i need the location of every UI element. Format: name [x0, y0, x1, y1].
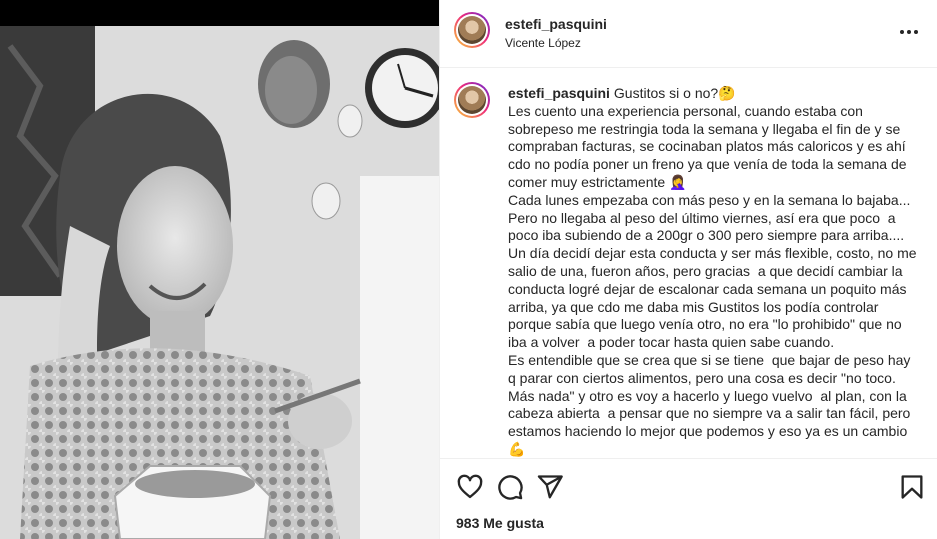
- caption-username[interactable]: estefi_pasquini: [508, 85, 610, 101]
- caption-body: Les cuento una experiencia personal, cua…: [508, 102, 917, 457]
- more-options-icon[interactable]: [897, 22, 921, 42]
- share-icon[interactable]: [536, 473, 564, 501]
- author-avatar[interactable]: [454, 12, 490, 48]
- heart-icon[interactable]: [456, 473, 484, 501]
- post-location[interactable]: Vicente López: [505, 36, 581, 50]
- caption-avatar[interactable]: [454, 82, 490, 118]
- comment-icon[interactable]: [496, 473, 524, 501]
- post-panel: estefi_pasquini Vicente López estefi_pas…: [439, 0, 937, 539]
- post-header: estefi_pasquini Vicente López: [440, 0, 937, 68]
- post-photo[interactable]: [0, 26, 439, 539]
- comments-section: estefi_pasquini Gustitos si o no?🤔 Les cu…: [440, 68, 937, 458]
- caption-title: Gustitos si o no?🤔: [613, 85, 736, 101]
- top-bar: [0, 0, 439, 26]
- author-username[interactable]: estefi_pasquini: [505, 16, 607, 32]
- post-caption: estefi_pasquini Gustitos si o no?🤔 Les cu…: [508, 85, 918, 458]
- likes-count[interactable]: 983 Me gusta: [456, 515, 544, 531]
- bookmark-icon[interactable]: [898, 473, 926, 501]
- action-bar: 983 Me gusta: [440, 458, 937, 539]
